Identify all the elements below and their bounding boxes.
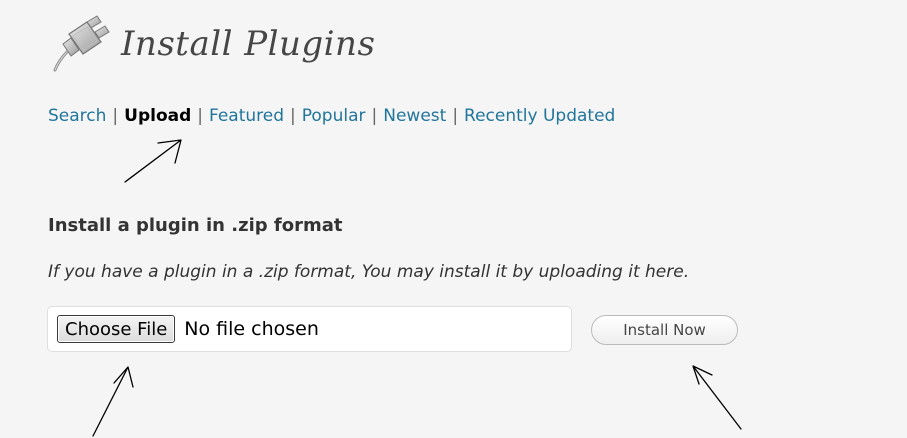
subnav-separator: | — [112, 106, 119, 126]
page-title: Install Plugins — [121, 24, 376, 64]
subnav-search[interactable]: Search — [48, 106, 106, 126]
subnav-recently-updated[interactable]: Recently Updated — [464, 106, 615, 126]
page-header: Install Plugins — [47, 14, 375, 74]
subnav-separator: | — [371, 106, 378, 126]
subnav-popular[interactable]: Popular — [302, 106, 366, 126]
install-now-button[interactable]: Install Now — [591, 315, 738, 345]
subnav-separator: | — [197, 106, 203, 126]
upload-description: If you have a plugin in a .zip format, Y… — [48, 262, 690, 282]
subnav-upload[interactable]: Upload — [124, 106, 191, 126]
subnav-newest[interactable]: Newest — [383, 106, 446, 126]
arrow-to-choose-file — [92, 366, 134, 437]
install-plugins-page: Install Plugins Search | Upload | Featured | P… — [0, 0, 907, 438]
plugin-icon — [53, 15, 110, 72]
choose-file-button[interactable]: Choose File — [57, 315, 176, 343]
upload-section-title: Install a plugin in .zip format — [48, 215, 343, 236]
subnav-separator: | — [452, 106, 459, 126]
subnav-separator: | — [290, 106, 296, 126]
file-upload-field: Choose File No file chosen — [47, 306, 572, 352]
subnav-featured[interactable]: Featured — [209, 106, 284, 126]
plugin-subnav: Search | Upload | Featured | Popular | Newest | Re… — [48, 106, 615, 126]
file-status-text: No file chosen — [184, 318, 319, 340]
arrow-to-install-now — [692, 365, 742, 430]
arrow-to-upload — [124, 139, 182, 183]
